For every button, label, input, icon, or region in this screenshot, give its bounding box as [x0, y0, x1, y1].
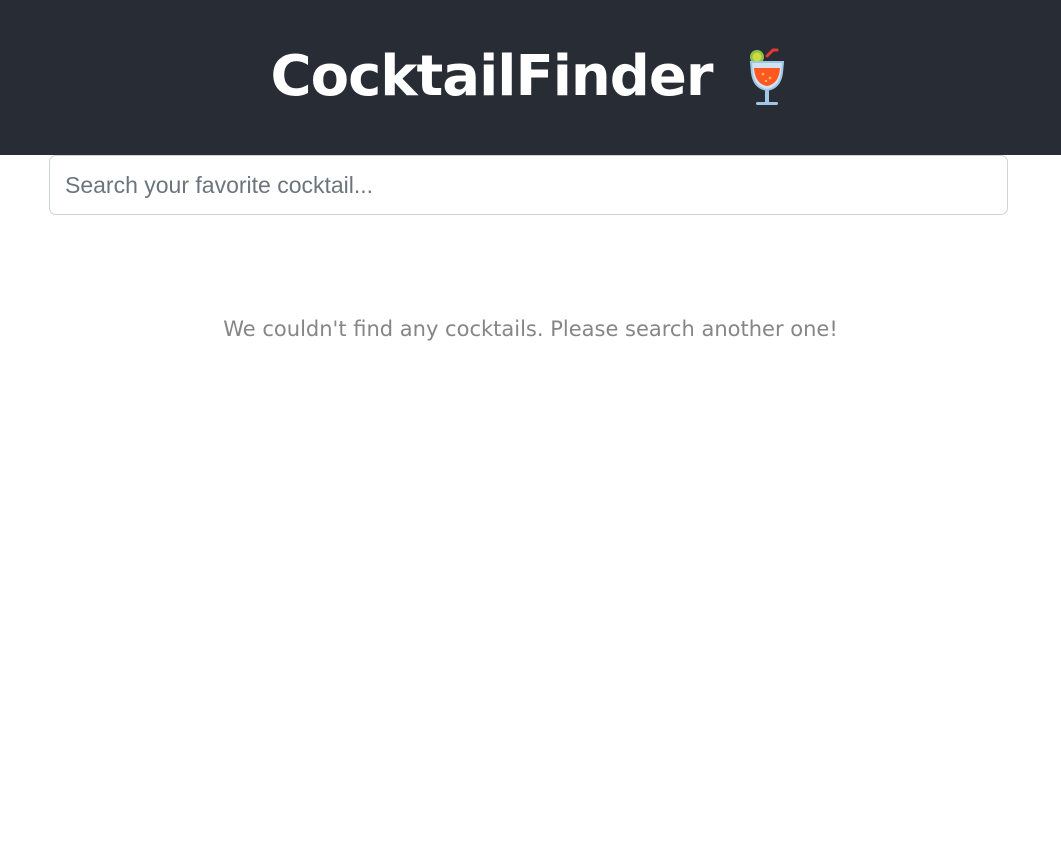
brand: CocktailFinder	[0, 0, 1061, 155]
app-title: CocktailFinder	[270, 43, 714, 109]
search-bar	[49, 155, 1008, 215]
app-header: CocktailFinder	[0, 0, 1061, 155]
empty-results-message: We couldn't find any cocktails. Please s…	[223, 317, 838, 341]
search-input[interactable]	[49, 155, 1008, 215]
tropical-drink-icon	[750, 48, 785, 105]
